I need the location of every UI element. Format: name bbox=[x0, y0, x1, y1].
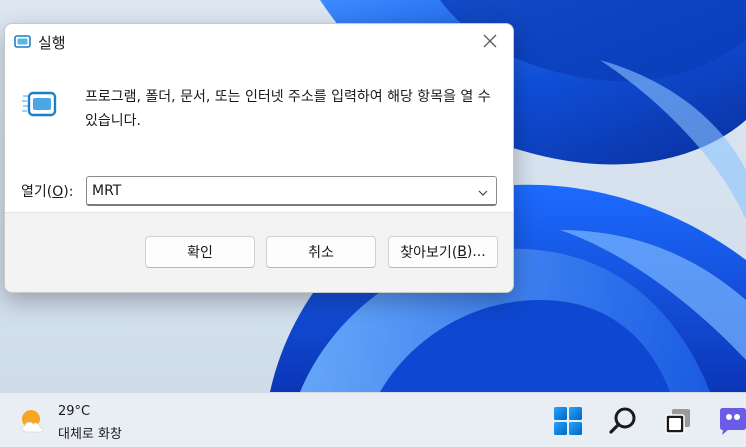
windows-start-icon[interactable] bbox=[552, 405, 584, 437]
open-label: 열기(O): bbox=[21, 184, 74, 200]
taskbar: 29°C 대체로 화창 bbox=[0, 392, 746, 447]
run-program-icon bbox=[21, 90, 57, 120]
open-input[interactable] bbox=[87, 177, 470, 204]
title-bar[interactable]: 실행 bbox=[5, 24, 513, 60]
close-icon bbox=[483, 33, 497, 52]
ok-button[interactable]: 확인 bbox=[145, 236, 255, 268]
sun-cloud-icon[interactable] bbox=[18, 406, 48, 436]
dialog-description: 프로그램, 폴더, 문서, 또는 인터넷 주소를 입력하여 해당 항목을 열 수… bbox=[85, 89, 491, 129]
run-dialog: 실행 프로그램, 폴더, 문서, 또는 인터넷 주소를 입력하여 해당 항목을 … bbox=[4, 23, 514, 293]
run-icon bbox=[14, 34, 32, 50]
chat-icon[interactable] bbox=[716, 405, 746, 437]
weather-temperature[interactable]: 29°C bbox=[58, 404, 90, 419]
dialog-footer: 확인 취소 찾아보기(B)... bbox=[5, 212, 513, 292]
dropdown-button[interactable] bbox=[470, 177, 496, 204]
browse-button[interactable]: 찾아보기(B)... bbox=[388, 236, 498, 268]
open-combobox[interactable] bbox=[86, 176, 497, 206]
task-view-icon[interactable] bbox=[662, 405, 694, 437]
weather-condition[interactable]: 대체로 화창 bbox=[58, 423, 122, 442]
chevron-down-icon bbox=[478, 181, 488, 200]
dialog-content: 프로그램, 폴더, 문서, 또는 인터넷 주소를 입력하여 해당 항목을 열 수… bbox=[5, 60, 513, 212]
close-button[interactable] bbox=[467, 24, 513, 60]
dialog-title: 실행 bbox=[38, 34, 66, 52]
cancel-button[interactable]: 취소 bbox=[266, 236, 376, 268]
search-icon[interactable] bbox=[607, 405, 639, 437]
